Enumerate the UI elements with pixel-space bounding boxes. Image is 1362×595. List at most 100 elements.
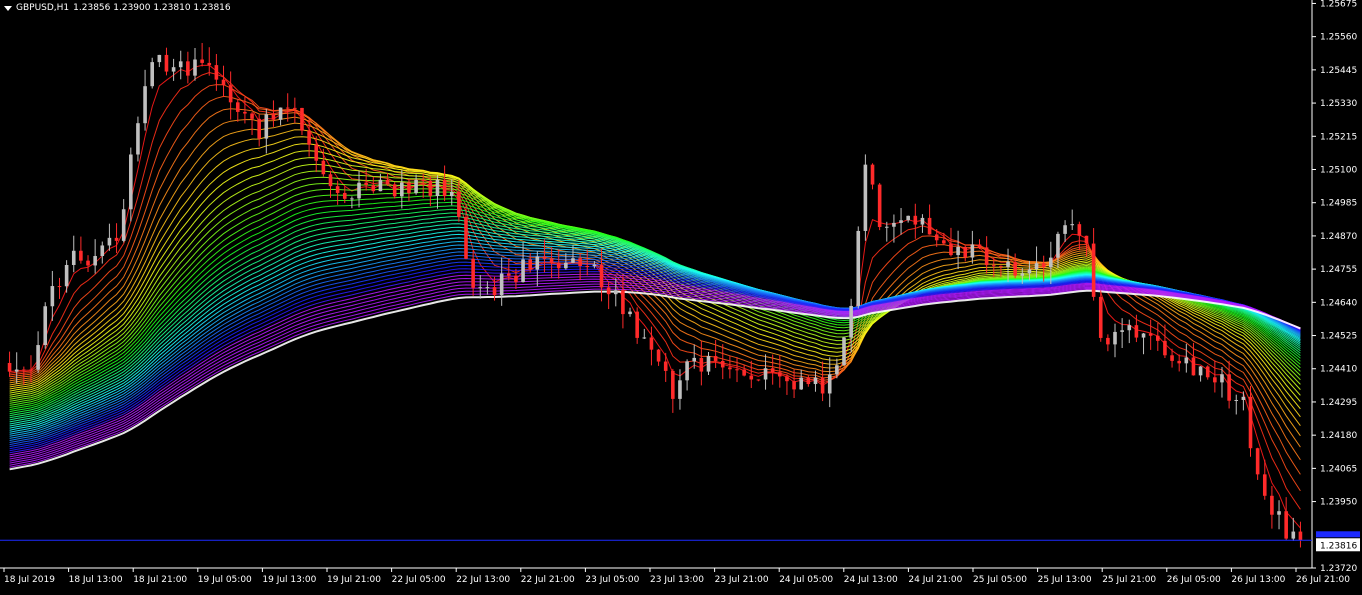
candle-body: [7, 362, 12, 372]
candle-body: [799, 377, 804, 390]
candle-body: [1013, 261, 1017, 276]
candle-body: [271, 114, 276, 120]
candle-body: [321, 160, 326, 175]
candle-body: [685, 361, 689, 381]
candle-body: [357, 182, 361, 199]
candle-body: [1084, 235, 1089, 244]
candle-body: [293, 107, 297, 109]
candle-body: [1170, 355, 1174, 361]
candle-body: [1134, 325, 1139, 338]
candle-body: [121, 209, 126, 241]
candle-body: [157, 54, 162, 63]
ma-line: [9, 219, 1301, 423]
candle-body: [749, 375, 754, 380]
candle-body: [1070, 224, 1075, 226]
y-tick-label: 1.25330: [1320, 99, 1357, 109]
candle-body: [827, 374, 832, 394]
candle-body: [499, 273, 504, 296]
x-tick-label: 22 Jul 21:00: [521, 575, 575, 585]
candle-body: [1113, 331, 1117, 345]
y-tick-label: 1.24640: [1320, 298, 1357, 308]
candle-body: [457, 192, 461, 217]
candle-body: [1234, 399, 1239, 401]
candle-body: [720, 360, 725, 368]
candle-body: [14, 369, 19, 372]
x-tick-label: 18 Jul 2019: [4, 575, 55, 585]
candle-body: [899, 220, 903, 223]
candle-body: [114, 237, 119, 241]
candle-body: [314, 144, 319, 161]
candle-body: [143, 86, 147, 124]
candle-body: [528, 259, 532, 270]
candle-body: [1184, 357, 1189, 364]
ohlc-label: 1.23856 1.23900 1.23810 1.23816: [73, 3, 231, 13]
candle-body: [1298, 531, 1303, 541]
candle-body: [628, 311, 632, 315]
candle-body: [464, 216, 468, 259]
price-axis: 1.25675 1.25560 1.25445 1.25330 1.25215 1.251…: [1312, 0, 1357, 574]
candle-body: [442, 179, 447, 197]
x-tick-label: 23 Jul 13:00: [650, 575, 704, 585]
candle-body: [235, 102, 240, 112]
y-tick-label: 1.25215: [1320, 132, 1357, 142]
candle-body: [300, 107, 304, 131]
candle-body: [285, 107, 290, 109]
candle-body: [350, 198, 354, 200]
candle-body: [863, 164, 868, 231]
x-tick-label: 18 Jul 13:00: [69, 575, 123, 585]
candle-body: [785, 376, 789, 382]
candle-body: [1284, 511, 1288, 539]
candle-body: [678, 380, 682, 399]
candle-body: [906, 215, 910, 221]
x-tick-label: 23 Jul 21:00: [715, 575, 769, 585]
x-tick-label: 24 Jul 05:00: [779, 575, 833, 585]
candle-body: [364, 182, 368, 186]
candle-body: [1177, 360, 1181, 364]
y-tick-label: 1.24985: [1320, 199, 1357, 209]
candle-body: [942, 240, 946, 244]
candle-body: [278, 107, 283, 120]
candle-body: [1077, 224, 1082, 236]
candle-body: [770, 368, 775, 373]
candle-body: [371, 185, 376, 192]
ma-line: [9, 216, 1301, 421]
y-tick-label: 1.23720: [1320, 564, 1357, 574]
x-tick-label: 22 Jul 13:00: [456, 575, 510, 585]
y-tick-label: 1.24870: [1320, 232, 1357, 242]
current-price-label: 1.23816: [1320, 541, 1357, 551]
candle-body: [984, 247, 989, 266]
candle-body: [999, 265, 1003, 267]
current-price-marker: 1.23816: [0, 531, 1360, 552]
candle-body: [763, 368, 768, 380]
candle-body: [1020, 273, 1025, 276]
candle-body: [328, 174, 333, 187]
y-tick-label: 1.24295: [1320, 398, 1357, 408]
candle-body: [36, 345, 40, 370]
x-tick-label: 18 Jul 21:00: [133, 575, 187, 585]
candle-body: [564, 262, 568, 269]
candle-body: [599, 264, 604, 288]
ma-line: [9, 286, 1301, 466]
candle-body: [820, 377, 825, 394]
price-marker-band: [1316, 531, 1360, 538]
x-tick-label: 25 Jul 13:00: [1038, 575, 1092, 585]
candle-body: [1227, 374, 1231, 401]
candle-body: [692, 357, 697, 362]
candle-body: [178, 61, 183, 68]
y-tick-label: 1.25100: [1320, 165, 1357, 175]
y-tick-label: 1.24525: [1320, 332, 1357, 342]
dropdown-triangle-icon[interactable]: [4, 5, 12, 11]
x-tick-label: 24 Jul 21:00: [908, 575, 962, 585]
candle-body: [478, 287, 483, 289]
candle-body: [991, 265, 996, 267]
candle-body: [728, 367, 732, 370]
candle-body: [970, 244, 975, 258]
candle-body: [1148, 333, 1153, 336]
candle-body: [193, 59, 197, 76]
candle-body: [920, 217, 925, 225]
y-tick-label: 1.25675: [1320, 0, 1357, 9]
ma-line: [9, 191, 1301, 406]
candle-body: [392, 184, 397, 197]
x-tick-label: 26 Jul 21:00: [1296, 575, 1350, 585]
candle-body: [342, 192, 347, 199]
